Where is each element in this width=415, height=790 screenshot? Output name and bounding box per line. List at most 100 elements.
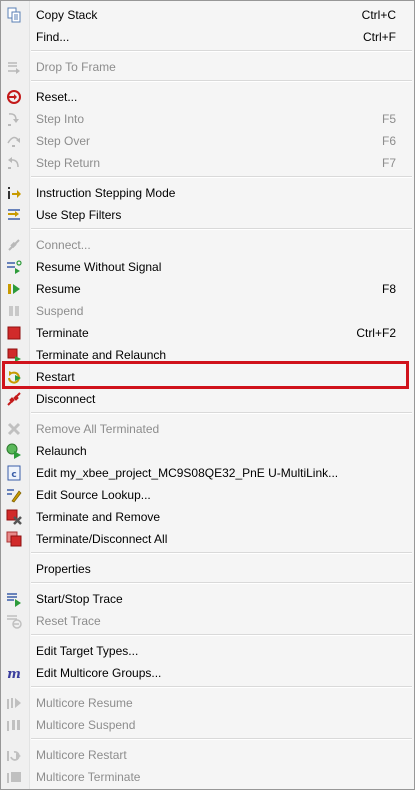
drop-to-frame-icon [6,59,22,75]
menu-item-label: Instruction Stepping Mode [36,186,176,200]
terminate-all-icon [6,531,22,547]
menu-item-label: Properties [36,562,91,576]
menu-item-label: Reset Trace [36,614,101,628]
menu-item-label: Relaunch [36,444,87,458]
menu-item-drop-to-frame[interactable]: Drop To Frame [1,56,414,78]
menu-item-step-over[interactable]: Step Over F6 [1,130,414,152]
menu-item-shortcut: Ctrl+F2 [356,326,396,340]
menu-item-resume-without-signal[interactable]: Resume Without Signal [1,256,414,278]
menu-separator [31,412,412,414]
menu-item-use-step-filters[interactable]: Use Step Filters [1,204,414,226]
c-file-icon: c [6,465,22,481]
menu-item-multicore-resume[interactable]: Multicore Resume [1,692,414,714]
menu-item-label: Reset... [36,90,78,104]
menu-item-label: Disconnect [36,392,96,406]
menu-item-multicore-suspend[interactable]: Multicore Suspend [1,714,414,736]
menu-item-reset-trace[interactable]: Reset Trace [1,610,414,632]
multicore-resume-icon [6,695,22,711]
menu-item-label: Terminate/Disconnect All [36,532,168,546]
menu-item-multicore-restart[interactable]: Multicore Restart [1,744,414,766]
menu-item-label: Edit my_xbee_project_MC9S08QE32_PnE U-Mu… [36,466,339,480]
step-into-icon [6,111,22,127]
menu-item-shortcut: F8 [381,282,396,296]
terminate-icon [6,325,22,341]
menu-separator [31,552,412,554]
menu-item-edit-target-types[interactable]: Edit Target Types... [1,640,414,662]
menu-item-label: Copy Stack [36,8,98,22]
relaunch-icon [6,443,22,459]
menu-separator [31,634,412,636]
menu-item-reset[interactable]: Reset... [1,86,414,108]
svg-text:m: m [7,667,21,681]
menu-item-properties[interactable]: Properties [1,558,414,580]
menu-item-step-return[interactable]: Step Return F7 [1,152,414,174]
menu-separator [31,228,412,230]
debug-context-menu: Copy Stack Ctrl+C Find... Ctrl+F Drop To… [0,0,415,790]
terminate-remove-icon [6,509,22,525]
menu-item-label: Remove All Terminated [36,422,160,436]
svg-text:c: c [11,470,16,480]
remove-all-icon [6,421,22,437]
menu-separator [31,50,412,52]
menu-item-label: Step Over [36,134,91,148]
connect-icon [6,237,22,253]
menu-separator [31,686,412,688]
menu-item-terminate-and-remove[interactable]: Terminate and Remove [1,506,414,528]
menu-item-label: Start/Stop Trace [36,592,123,606]
menu-item-relaunch[interactable]: Relaunch [1,440,414,462]
menu-item-label: Terminate [36,326,89,340]
menu-item-label: Edit Multicore Groups... [36,666,162,680]
menu-item-label: Multicore Terminate [36,770,141,784]
multicore-terminate-icon [6,769,22,785]
menu-item-suspend[interactable]: Suspend [1,300,414,322]
menu-item-shortcut: Ctrl+C [361,8,396,22]
menu-item-start-stop-trace[interactable]: Start/Stop Trace [1,588,414,610]
menu-item-resume[interactable]: Resume F8 [1,278,414,300]
menu-item-label: Resume Without Signal [36,260,162,274]
menu-item-instruction-stepping-mode[interactable]: Instruction Stepping Mode [1,182,414,204]
menu-item-edit-source-lookup[interactable]: Edit Source Lookup... [1,484,414,506]
menu-item-label: Resume [36,282,81,296]
step-filters-icon [6,207,22,223]
menu-item-label: Step Return [36,156,101,170]
disconnect-icon [6,391,22,407]
multicore-suspend-icon [6,717,22,733]
multicore-icon: m [6,665,22,681]
menu-item-label: Connect... [36,238,91,252]
menu-item-label: Multicore Resume [36,696,133,710]
restart-highlight-box [2,361,409,389]
instruction-stepping-icon [6,185,22,201]
menu-item-shortcut: F6 [381,134,396,148]
menu-item-step-into[interactable]: Step Into F5 [1,108,414,130]
edit-source-lookup-icon [6,487,22,503]
menu-item-copy-stack[interactable]: Copy Stack Ctrl+C [1,4,414,26]
trace-icon [6,591,22,607]
menu-item-label: Terminate and Remove [36,510,161,524]
menu-item-edit-launch-configuration[interactable]: c Edit my_xbee_project_MC9S08QE32_PnE U-… [1,462,414,484]
menu-item-connect[interactable]: Connect... [1,234,414,256]
step-over-icon [6,133,22,149]
menu-item-label: Drop To Frame [36,60,116,74]
resume-icon [6,281,22,297]
menu-item-shortcut: F7 [381,156,396,170]
reset-icon [6,89,22,105]
menu-item-multicore-terminate[interactable]: Multicore Terminate [1,766,414,788]
menu-item-shortcut: Ctrl+F [363,30,396,44]
menu-item-label: Edit Target Types... [36,644,139,658]
menu-item-remove-all-terminated[interactable]: Remove All Terminated [1,418,414,440]
menu-item-label: Step Into [36,112,85,126]
menu-item-label: Find... [36,30,70,44]
menu-item-label: Edit Source Lookup... [36,488,151,502]
menu-item-label: Terminate and Relaunch [36,348,167,362]
menu-item-disconnect[interactable]: Disconnect [1,388,414,410]
menu-item-edit-multicore-groups[interactable]: m Edit Multicore Groups... [1,662,414,684]
menu-item-label: Use Step Filters [36,208,122,222]
menu-item-shortcut: F5 [381,112,396,126]
menu-item-find[interactable]: Find... Ctrl+F [1,26,414,48]
menu-separator [31,80,412,82]
menu-item-terminate[interactable]: Terminate Ctrl+F2 [1,322,414,344]
suspend-icon [6,303,22,319]
menu-item-terminate-disconnect-all[interactable]: Terminate/Disconnect All [1,528,414,550]
menu-item-label: Multicore Suspend [36,718,136,732]
menu-separator [31,176,412,178]
